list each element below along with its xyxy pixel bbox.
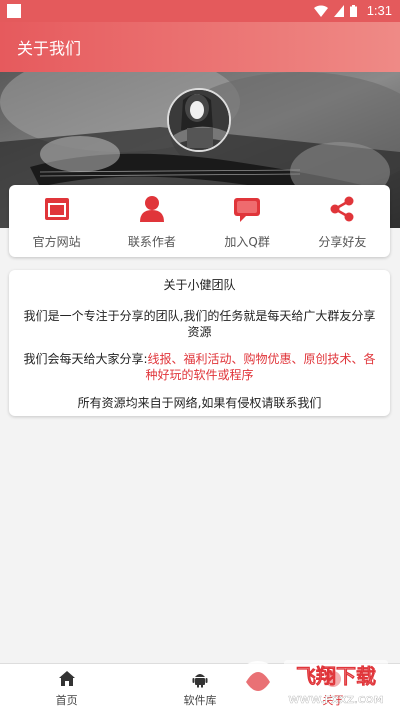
site-watermark-logo: 飞翔下载 WWW.FXXZ.COM — [237, 660, 388, 706]
action-label: 官方网站 — [32, 235, 81, 249]
signal-icon — [333, 4, 344, 17]
share-topics-prefix: 我们会每天给大家分享: — [23, 352, 148, 366]
about-title: 关于小健团队 — [163, 278, 236, 292]
about-description: 我们是一个专注于分享的团队,我们的任务就是每天给广大群友分享资源 — [23, 309, 376, 339]
app-bar: 关于我们 — [0, 22, 400, 72]
page-title: 关于我们 — [17, 39, 82, 58]
tab-home[interactable]: 首页 — [0, 664, 133, 711]
avatar — [167, 88, 231, 152]
watermark-url: WWW.FXXZ.COM — [288, 695, 383, 706]
notification-icon — [7, 4, 21, 18]
action-label: 加入Q群 — [224, 235, 270, 249]
share-topics-list: 线报、福利活动、购物优惠、原创技术、各种好玩的软件或程序 — [145, 352, 376, 382]
battery-icon — [349, 4, 357, 17]
status-icons: 1:31 — [313, 3, 392, 18]
android-icon — [192, 674, 208, 688]
join-qq-group-button[interactable]: 加入Q群 — [200, 185, 295, 257]
action-label: 联系作者 — [127, 235, 176, 249]
status-bar: 1:31 — [0, 0, 400, 22]
watermark-title: 飞翔下载 — [296, 664, 376, 688]
about-card: 关于小健团队 我们是一个专注于分享的团队,我们的任务就是每天给广大群友分享资源 … — [9, 270, 390, 416]
chat-bubble-icon — [234, 198, 261, 222]
home-icon — [58, 671, 75, 686]
status-time: 1:31 — [366, 3, 392, 18]
person-icon — [139, 196, 164, 222]
official-website-button[interactable]: 官方网站 — [9, 185, 104, 257]
tab-label: 首页 — [55, 694, 78, 707]
copyright-notice: 所有资源均来自于网络,如果有侵权请联系我们 — [77, 396, 322, 410]
action-card: 官方网站 联系作者 加入Q群 分享好友 — [9, 185, 390, 257]
contact-author-button[interactable]: 联系作者 — [104, 185, 199, 257]
about-share-topics: 我们会每天给大家分享:线报、福利活动、购物优惠、原创技术、各种好玩的软件或程序 — [19, 351, 380, 383]
action-label: 分享好友 — [318, 235, 367, 249]
wifi-icon — [313, 4, 328, 17]
share-icon — [330, 196, 354, 222]
share-friends-button[interactable]: 分享好友 — [295, 185, 390, 257]
browser-window-icon — [44, 198, 69, 220]
